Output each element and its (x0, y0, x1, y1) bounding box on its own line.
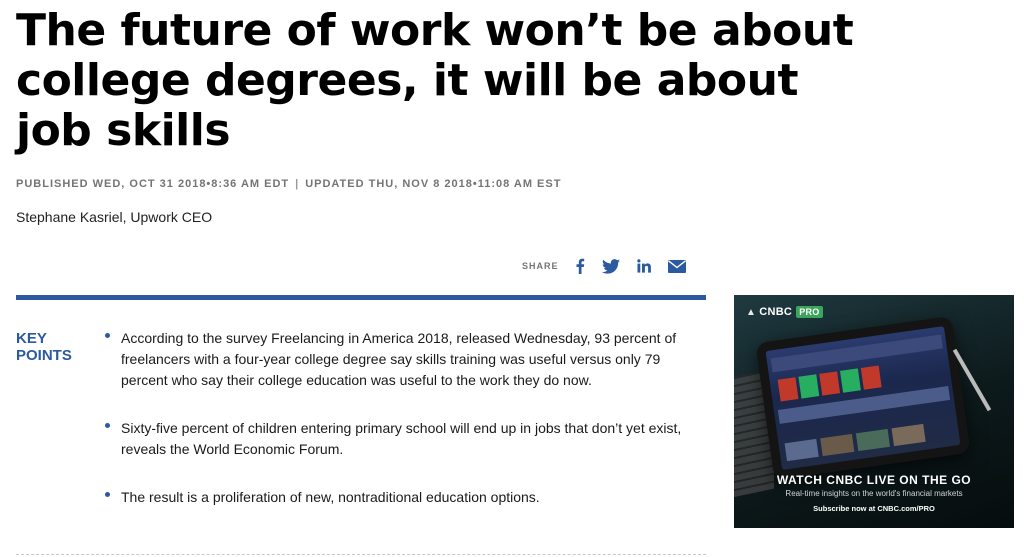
section-bottom-divider (16, 554, 706, 555)
key-points-divider (16, 295, 706, 300)
share-bar: SHARE (522, 256, 686, 276)
published-date: PUBLISHED WED, OCT 31 2018•8:36 AM EDT (16, 178, 290, 190)
cnbc-logo-text: CNBC (759, 306, 793, 318)
article-headline: The future of work won’t be about colleg… (16, 5, 854, 156)
twitter-icon[interactable] (601, 258, 620, 274)
pro-badge: PRO (796, 306, 823, 318)
cnbc-pro-logo: ▲ CNBC PRO (746, 306, 823, 318)
timestamp-separator: | (295, 178, 300, 190)
updated-date: UPDATED THU, NOV 8 2018•11:08 AM EST (305, 178, 562, 190)
key-points-label-line1: KEY (16, 330, 47, 347)
cnbc-pro-ad[interactable]: ▲ CNBC PRO WATCH CNBC LIVE ON THE GO Rea… (734, 295, 1014, 528)
key-points-list: According to the survey Freelancing in A… (102, 328, 692, 508)
facebook-icon[interactable] (575, 258, 585, 274)
linkedin-icon[interactable] (636, 259, 651, 273)
ad-subscribe-link[interactable]: Subscribe now at CNBC.com/PRO (734, 504, 1014, 513)
share-label: SHARE (522, 261, 559, 271)
key-point-item: Sixty-five percent of children entering … (102, 418, 692, 460)
email-icon[interactable] (667, 259, 686, 273)
key-points-label-line2: POINTS (16, 347, 72, 364)
key-points-label: KEY POINTS (16, 330, 96, 364)
tablet-screen (765, 326, 961, 470)
key-point-item: According to the survey Freelancing in A… (102, 328, 692, 391)
author-byline[interactable]: Stephane Kasriel, Upwork CEO (16, 209, 212, 225)
ad-subline: Real-time insights on the world's financ… (785, 489, 963, 498)
article-timestamp: PUBLISHED WED, OCT 31 2018•8:36 AM EDT | U… (16, 178, 561, 190)
tablet-image (755, 315, 971, 481)
peacock-icon: ▲ (746, 306, 757, 318)
key-point-item: The result is a proliferation of new, no… (102, 487, 692, 508)
ad-headline: WATCH CNBC LIVE ON THE GO (776, 473, 972, 487)
